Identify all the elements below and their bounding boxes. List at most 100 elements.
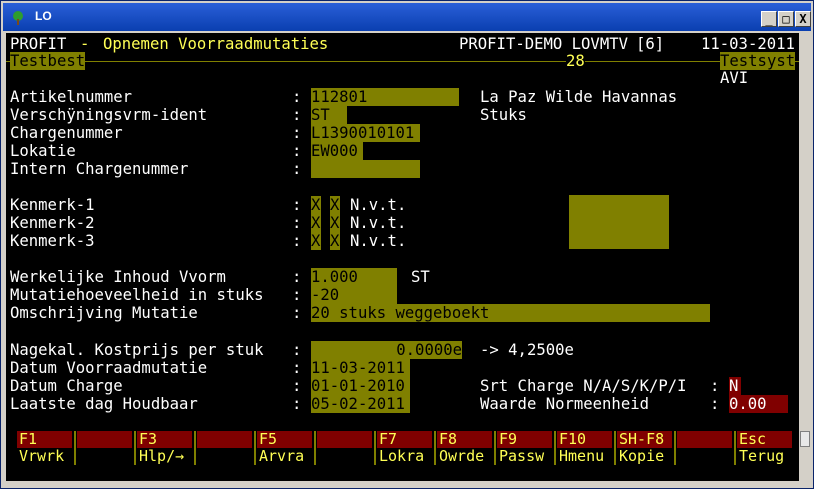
label-datum-voorraadmutatie: Datum Voorraadmutatie [10, 359, 208, 377]
label-lokatie: Lokatie [10, 142, 76, 160]
field-kenmerk-2b[interactable]: X [330, 214, 340, 232]
fkey-separator [614, 431, 616, 465]
fkey-separator [74, 431, 76, 465]
fkey-key: F9 [497, 431, 552, 448]
fkey-key [197, 431, 252, 448]
field-intern-chargenummer[interactable] [311, 160, 420, 178]
label-verschijningsvorm: Verschÿningsvrm-ident [10, 106, 208, 124]
field-artikelnummer[interactable]: 112801 [311, 88, 459, 106]
label-kenmerk-2: Kenmerk-2 [10, 214, 95, 232]
screen-number: 28 [566, 52, 585, 70]
fkey-label: Passw [497, 448, 552, 465]
kenmerk-info-box [569, 195, 669, 249]
vertical-scrollbar[interactable] [799, 33, 811, 483]
field-datum-voorraadmutatie[interactable]: 11-03-2011 [311, 359, 410, 377]
kenmerk-3-text: N.v.t. [350, 232, 407, 250]
close-button[interactable]: X [795, 11, 811, 27]
fkey-key: F8 [437, 431, 492, 448]
field-lokatie[interactable]: EW000 [311, 142, 363, 160]
label-houdbaar: Laatste dag Houdbaar [10, 395, 198, 413]
fkey-key: F5 [257, 431, 312, 448]
field-werkelijke-inhoud[interactable]: 1.000 [311, 268, 397, 286]
field-mutatiehoeveelheid[interactable]: -20 [311, 286, 397, 304]
fkey-separator [314, 431, 316, 465]
label-kostprijs: Nagekal. Kostprijs per stuk [10, 341, 264, 359]
fkey-label: Hmenu [557, 448, 612, 465]
colon: : [292, 341, 302, 359]
colon: : [292, 88, 302, 106]
fkey-f8[interactable]: F8 Owrde [437, 431, 492, 465]
colon: : [292, 377, 302, 395]
fkey-separator [494, 431, 496, 465]
label-omschrijving: Omschrijving Mutatie [10, 304, 198, 322]
field-kenmerk-2a[interactable]: X [311, 214, 321, 232]
kenmerk-2-text: N.v.t. [350, 214, 407, 232]
fkey-key [677, 431, 732, 448]
fkey-label: Arvra [257, 448, 312, 465]
fkey-key: F10 [557, 431, 612, 448]
label-kenmerk-3: Kenmerk-3 [10, 232, 95, 250]
colon: : [292, 196, 302, 214]
fkey-empty[interactable] [677, 431, 732, 465]
fkey-key: Esc [737, 431, 792, 448]
fkey-separator [254, 431, 256, 465]
label-srt-charge: Srt Charge N/A/S/K/P/I [480, 377, 687, 395]
minimize-button[interactable]: _ [761, 11, 777, 27]
fkey-empty[interactable] [197, 431, 252, 465]
tree-icon [13, 11, 23, 25]
right-tag: Testsyst [720, 52, 796, 70]
fkey-empty[interactable] [77, 431, 132, 465]
kenmerk-1-text: N.v.t. [350, 196, 407, 214]
fkey-label [197, 448, 252, 465]
field-omschrijving[interactable]: 20 stuks weggeboekt [311, 304, 710, 322]
label-waarde-normeenheid: Waarde Normeenheid [480, 395, 649, 413]
field-kostprijs[interactable]: 0.0000e [311, 341, 462, 359]
label-intern-chargenummer: Intern Chargenummer [10, 160, 189, 178]
fkey-f5[interactable]: F5 Arvra [257, 431, 312, 465]
fkey-f10[interactable]: F10 Hmenu [557, 431, 612, 465]
field-waarde-normeenheid[interactable]: 0.00 [729, 395, 788, 413]
field-kenmerk-3b[interactable]: X [330, 232, 340, 250]
fkey-sh-f8[interactable]: SH-F8 Kopie [617, 431, 672, 465]
field-kenmerk-1a[interactable]: X [311, 196, 321, 214]
colon: : [292, 359, 302, 377]
fkey-separator [374, 431, 376, 465]
fkey-label: Kopie [617, 448, 672, 465]
label-werkelijke-inhoud: Werkelijke Inhoud Vvorm [10, 268, 226, 286]
fkey-f7[interactable]: F7 Lokra [377, 431, 432, 465]
field-datum-charge[interactable]: 01-01-2010 [311, 377, 410, 395]
field-chargenummer[interactable]: L1390010101 [311, 124, 420, 142]
field-srt-charge[interactable]: N [729, 377, 741, 395]
app-name: PROFIT [10, 35, 67, 53]
fkey-label: Owrde [437, 448, 492, 465]
maximize-button[interactable]: □ [778, 11, 794, 27]
label-kenmerk-1: Kenmerk-1 [10, 196, 95, 214]
fkey-separator [674, 431, 676, 465]
terminal-screen[interactable]: PROFIT - Opnemen Voorraadmutaties PROFIT… [6, 33, 799, 481]
fkey-f3[interactable]: F3 Hlp/→ [137, 431, 192, 465]
artikel-description: La Paz Wilde Havannas [480, 88, 678, 106]
fkey-esc[interactable]: Esc Terug [737, 431, 792, 465]
title-bar[interactable]: LO _ □ X [3, 3, 811, 31]
fkey-separator [194, 431, 196, 465]
field-kenmerk-1b[interactable]: X [330, 196, 340, 214]
fkey-f1[interactable]: F1 Vrwrk [17, 431, 72, 465]
colon: : [292, 232, 302, 250]
environment: PROFIT-DEMO LOVMTV [459, 35, 628, 53]
field-kenmerk-3a[interactable]: X [311, 232, 321, 250]
fkey-f9[interactable]: F9 Passw [497, 431, 552, 465]
field-houdbaar[interactable]: 05-02-2011 [311, 395, 410, 413]
left-tag: Testbest [10, 52, 86, 70]
field-verschijningsvorm[interactable]: ST [311, 106, 347, 124]
fkey-key: SH-F8 [617, 431, 672, 448]
fkey-label [77, 448, 132, 465]
scrollbar-thumb[interactable] [800, 431, 810, 447]
colon: : [292, 304, 302, 322]
fkey-empty[interactable] [317, 431, 372, 465]
fkey-separator [134, 431, 136, 465]
kostprijs-conversion: -> 4,2500e [480, 341, 574, 359]
label-mutatiehoeveelheid: Mutatiehoeveelheid in stuks [10, 286, 264, 304]
colon: : [292, 395, 302, 413]
fkey-key [77, 431, 132, 448]
label-artikelnummer: Artikelnummer [10, 88, 133, 106]
